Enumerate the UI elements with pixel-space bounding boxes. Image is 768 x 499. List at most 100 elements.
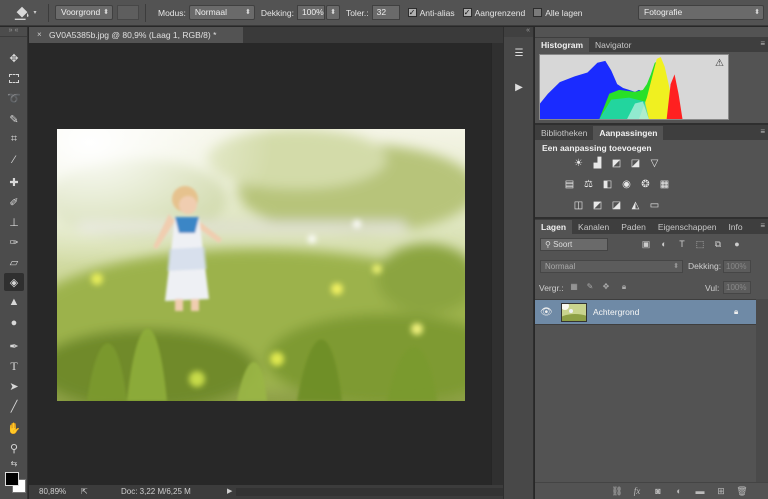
hand-tool[interactable]: ✋ <box>4 419 24 437</box>
selective-color-icon[interactable]: ◭ <box>629 199 642 211</box>
exposure-icon[interactable]: ◪ <box>629 157 642 169</box>
invert-icon[interactable]: ◫ <box>572 199 585 211</box>
tab-adjustments[interactable]: Aanpassingen <box>593 126 664 140</box>
filter-toggle-icon[interactable]: ● <box>731 238 743 250</box>
new-layer-icon[interactable]: ⊞ <box>715 486 727 497</box>
lock-position-icon[interactable]: ✥ <box>601 282 611 292</box>
zoom-level[interactable]: 80,89% <box>39 485 66 499</box>
marquee-tool[interactable] <box>4 69 24 87</box>
quick-selection-tool[interactable]: ✎ <box>4 110 24 128</box>
visibility-eye-icon[interactable]: 👁︎ <box>540 307 553 318</box>
layer-row[interactable]: 👁︎ Achtergrond 🔒︎ <box>535 299 756 325</box>
foreground-color-swatch[interactable] <box>5 472 19 486</box>
dock-collapse-grip[interactable]: « <box>504 27 533 37</box>
tab-paths[interactable]: Paden <box>615 220 652 234</box>
canvas-area[interactable] <box>29 43 491 485</box>
delete-layer-icon[interactable]: 🗑︎ <box>736 486 748 497</box>
panel-menu-icon[interactable]: ≡ <box>760 221 765 230</box>
pattern-picker[interactable] <box>117 5 139 20</box>
brightness-contrast-icon[interactable]: ☀ <box>572 157 585 169</box>
contiguous-checkbox[interactable]: ✓ <box>462 8 472 17</box>
dodge-tool[interactable]: ● <box>4 314 24 332</box>
swap-colors[interactable]: ⇆ <box>4 457 24 469</box>
paint-bucket-tool-preset-picker[interactable]: ▾ <box>8 2 42 24</box>
history-panel-button[interactable]: ☰ <box>509 43 529 63</box>
blend-mode-select[interactable]: Normaal <box>540 260 683 273</box>
panel-menu-icon[interactable]: ≡ <box>760 39 765 48</box>
curves-icon[interactable]: ◩ <box>610 157 623 169</box>
link-layers-icon[interactable]: ⛓ <box>611 486 623 497</box>
color-balance-icon[interactable]: ⚖ <box>582 178 595 190</box>
filter-adjustment-icon[interactable]: ◐ <box>658 238 670 250</box>
panel-menu-icon[interactable]: ≡ <box>760 127 765 136</box>
layer-name[interactable]: Achtergrond <box>593 307 639 317</box>
path-selection-tool[interactable]: ➤ <box>4 377 24 395</box>
opacity-input[interactable]: 100% <box>296 5 325 20</box>
eyedropper-tool[interactable]: ⁄ <box>4 151 24 169</box>
export-icon[interactable]: ⇱ <box>81 485 91 499</box>
move-tool[interactable]: ✥ <box>4 49 24 67</box>
layer-filter-select[interactable]: ⚲ Soort <box>540 238 608 251</box>
lasso-tool[interactable]: ➰ <box>4 89 24 107</box>
pen-tool[interactable]: ✒ <box>4 337 24 355</box>
mode-select[interactable]: Normaal <box>188 5 255 20</box>
filter-shape-icon[interactable]: ⬚ <box>694 238 706 250</box>
document-tab[interactable]: × GV0A5385b.jpg @ 80,9% (Laag 1, RGB/8) … <box>29 27 243 43</box>
clone-stamp-tool[interactable]: ⊥ <box>4 213 24 231</box>
fill-source-select[interactable]: Voorgrond <box>55 5 113 20</box>
tab-navigator[interactable]: Navigator <box>589 38 637 52</box>
threshold-icon[interactable]: ◪ <box>610 199 623 211</box>
vibrance-icon[interactable]: ▽ <box>648 157 661 169</box>
canvas-vertical-scrollbar[interactable] <box>491 43 503 485</box>
actions-panel-button[interactable]: ▶ <box>509 77 529 97</box>
tab-libraries[interactable]: Bibliotheken <box>535 126 593 140</box>
zoom-tool[interactable]: ⚲ <box>4 439 24 457</box>
layer-style-fx-icon[interactable]: fx <box>631 486 643 497</box>
tab-channels[interactable]: Kanalen <box>572 220 615 234</box>
photo-filter-icon[interactable]: ◉ <box>620 178 633 190</box>
gradient-map-icon[interactable]: ▭ <box>648 199 661 211</box>
channel-mixer-icon[interactable]: ❂ <box>639 178 652 190</box>
panel-collapse-grip[interactable]: » « <box>0 27 27 37</box>
cache-warning-icon[interactable]: ⚠ <box>715 58 724 69</box>
close-tab-icon[interactable]: × <box>37 27 42 43</box>
tab-properties[interactable]: Eigenschappen <box>652 220 723 234</box>
paint-bucket-tool[interactable]: ◈ <box>4 273 24 291</box>
filter-type-icon[interactable]: T <box>676 238 688 250</box>
filter-pixel-icon[interactable]: ▣ <box>640 238 652 250</box>
workspace-select[interactable]: Fotografie <box>638 5 764 20</box>
color-lookup-icon[interactable]: ▦ <box>658 178 671 190</box>
new-group-icon[interactable]: ▬ <box>694 486 706 497</box>
lock-all-icon[interactable]: 🔒︎ <box>619 282 629 292</box>
tab-histogram[interactable]: Histogram <box>535 38 590 52</box>
layers-scrollbar[interactable] <box>756 299 768 482</box>
all-layers-checkbox[interactable] <box>533 8 543 17</box>
anti-alias-checkbox[interactable]: ✓ <box>407 8 417 17</box>
canvas-horizontal-scrollbar[interactable] <box>236 488 503 496</box>
tolerance-input[interactable]: 32 <box>371 5 400 20</box>
tab-info[interactable]: Info <box>722 220 748 234</box>
crop-tool[interactable]: ⌗ <box>4 130 24 148</box>
lock-pixels-icon[interactable]: ✎ <box>585 282 595 292</box>
fill-input[interactable]: 100% <box>723 281 751 294</box>
layer-opacity-input[interactable]: 100% <box>723 260 751 273</box>
hue-saturation-icon[interactable]: ▤ <box>563 178 576 190</box>
opacity-slider-toggle[interactable] <box>325 5 340 20</box>
document-image[interactable] <box>57 129 465 401</box>
tab-layers[interactable]: Lagen <box>535 220 573 234</box>
line-tool[interactable]: ╱ <box>4 397 24 415</box>
status-menu-arrow-icon[interactable]: ▶ <box>227 485 232 499</box>
new-adjustment-layer-icon[interactable]: ◐ <box>673 486 685 497</box>
add-mask-icon[interactable]: ◙ <box>652 486 664 497</box>
history-brush-tool[interactable]: ✑ <box>4 233 24 251</box>
lock-transparency-icon[interactable]: ▦ <box>569 282 579 292</box>
healing-brush-tool[interactable]: ✚ <box>4 173 24 191</box>
posterize-icon[interactable]: ◩ <box>591 199 604 211</box>
levels-icon[interactable]: ▟ <box>591 157 604 169</box>
filter-smart-object-icon[interactable]: ⧉ <box>712 238 724 250</box>
black-white-icon[interactable]: ◧ <box>601 178 614 190</box>
brush-tool[interactable]: ✐ <box>4 193 24 211</box>
eraser-tool[interactable]: ▱ <box>4 253 24 271</box>
type-tool[interactable]: T <box>4 357 24 375</box>
blur-tool[interactable]: ▲ <box>4 293 24 311</box>
